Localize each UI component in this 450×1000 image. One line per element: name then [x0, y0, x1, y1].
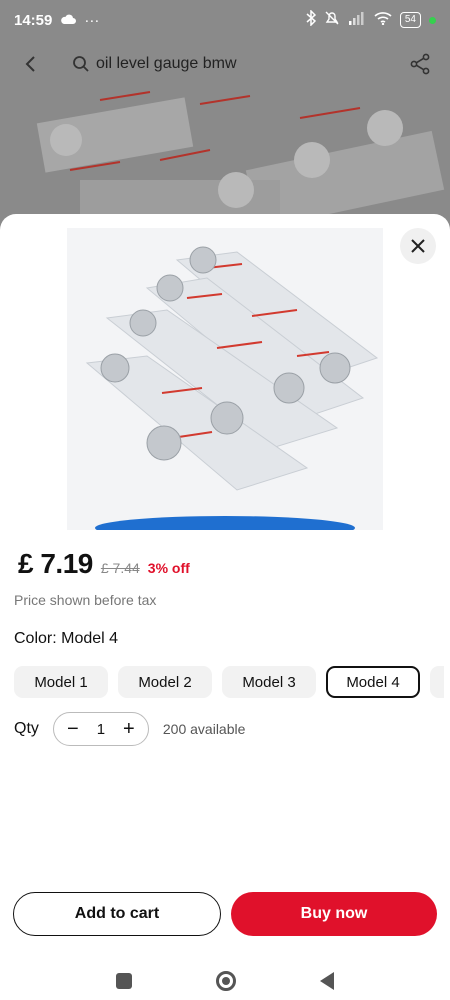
quantity-value[interactable]: 1: [97, 721, 105, 738]
discount-badge: 3% off: [147, 560, 190, 576]
share-icon: [410, 53, 430, 75]
back-triangle-icon[interactable]: [320, 972, 334, 990]
search-icon: [73, 56, 89, 72]
recents-icon[interactable]: [116, 973, 132, 989]
close-icon: [411, 239, 425, 253]
status-bar: 14:59 ··· 54: [0, 0, 450, 40]
battery-indicator: 54: [399, 12, 421, 28]
system-nav-bar: [0, 962, 450, 1000]
sku-selector-sheet: £ 7.19 £ 7.44 3% off Price shown before …: [0, 214, 450, 1000]
signal-icon: [348, 11, 366, 29]
color-option-model-4[interactable]: Model 4: [326, 666, 420, 698]
qty-label: Qty: [14, 720, 39, 737]
wifi-icon: [374, 11, 392, 29]
current-price: £ 7.19: [18, 548, 93, 579]
privacy-dot-icon: [429, 16, 436, 24]
buy-now-button[interactable]: Buy now: [231, 892, 437, 936]
price-row: £ 7.19 £ 7.44 3% off: [18, 548, 190, 580]
status-time: 14:59: [14, 11, 53, 29]
quantity-stepper: − 1 +: [52, 712, 149, 746]
product-image[interactable]: [67, 228, 383, 530]
color-option-model-2[interactable]: Model 2: [118, 666, 212, 698]
color-label: Color: Model 4: [14, 630, 119, 647]
bluetooth-icon: [306, 9, 316, 30]
original-price: £ 7.44: [100, 560, 140, 576]
search-query-text: oil level gauge bmw: [96, 55, 237, 72]
more-notifications-icon: ···: [84, 11, 100, 29]
cloud-icon: [60, 12, 77, 29]
background-page: 14:59 ··· 54 oil level gauge bmw: [0, 0, 450, 240]
color-options: Model 1 Model 2 Model 3 Model 4: [14, 666, 444, 698]
quantity-row: Qty − 1 + 200 available: [14, 712, 245, 746]
add-to-cart-button[interactable]: Add to cart: [13, 892, 221, 936]
increase-button[interactable]: +: [120, 719, 138, 739]
mute-icon: [324, 10, 340, 30]
search-header: oil level gauge bmw: [0, 42, 450, 86]
close-button[interactable]: [400, 228, 436, 264]
action-bar: Add to cart Buy now: [13, 892, 437, 936]
home-icon[interactable]: [216, 971, 236, 991]
color-option-model-1[interactable]: Model 1: [14, 666, 108, 698]
search-input[interactable]: oil level gauge bmw: [52, 47, 398, 81]
stock-available: 200 available: [162, 721, 246, 737]
color-option-more[interactable]: [430, 666, 444, 698]
back-button[interactable]: [8, 42, 52, 86]
tax-note: Price shown before tax: [14, 592, 157, 608]
color-option-model-3[interactable]: Model 3: [222, 666, 316, 698]
share-button[interactable]: [398, 42, 442, 86]
chevron-left-icon: [25, 56, 35, 72]
decrease-button[interactable]: −: [64, 719, 82, 739]
